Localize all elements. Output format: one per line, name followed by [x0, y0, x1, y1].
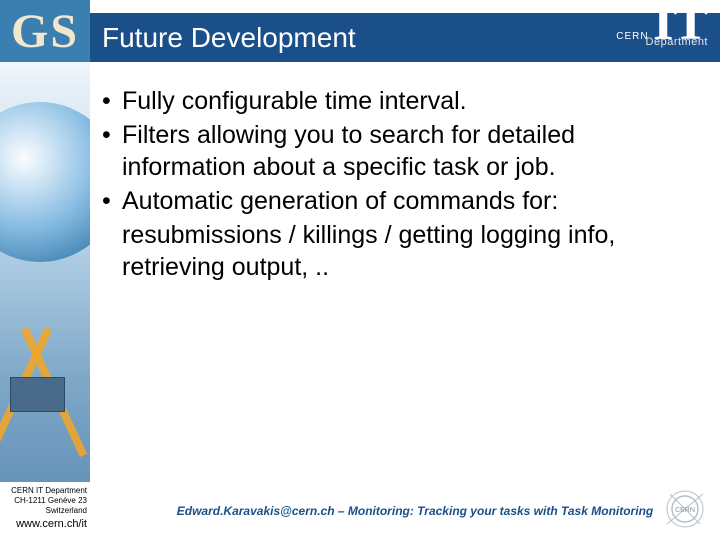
bullet-subtext: resubmissions / killings / getting loggi… [100, 219, 700, 283]
bullet-item: Automatic generation of commands for: [100, 185, 700, 217]
footer-line-3: Switzerland [3, 506, 87, 516]
globe-icon [0, 102, 90, 262]
it-dept-logo: CERN IT Department [616, 3, 708, 46]
footer-url: www.cern.ch/it [3, 518, 87, 532]
page-title: Future Development [102, 22, 356, 54]
svg-text:CERN: CERN [675, 507, 695, 514]
bullet-text: Automatic generation of commands for: [122, 187, 558, 215]
cern-emblem-icon: CERN [662, 486, 708, 532]
sub-text: resubmissions / killings / getting loggi… [122, 221, 615, 281]
title-bar: Future Development CERN IT Department [90, 13, 720, 62]
sidebar: GS CERN IT Department CH-1211 Genève 23 … [0, 0, 90, 540]
gs-label: GS [11, 4, 79, 59]
credit-text: Edward.Karavakis@cern.ch – Monitoring: T… [177, 504, 653, 518]
bullet-item: Fully configurable time interval. [100, 85, 700, 117]
laptop-icon [10, 377, 65, 412]
gs-badge: GS [0, 0, 90, 62]
bullet-list: Fully configurable time interval. Filter… [100, 85, 700, 283]
logo-org: CERN [616, 31, 648, 42]
footer-line-1: CERN IT Department [3, 486, 87, 496]
bullet-text: Filters allowing you to search for detai… [122, 121, 575, 181]
bullet-text: Fully configurable time interval. [122, 87, 467, 115]
sidebar-graphic [0, 62, 90, 482]
sidebar-footer: CERN IT Department CH-1211 Genève 23 Swi… [0, 482, 90, 540]
bullet-item: Filters allowing you to search for detai… [100, 119, 700, 183]
footer-credit: Edward.Karavakis@cern.ch – Monitoring: T… [150, 504, 680, 518]
footer-line-2: CH-1211 Genève 23 [3, 496, 87, 506]
content-area: Fully configurable time interval. Filter… [100, 85, 700, 283]
